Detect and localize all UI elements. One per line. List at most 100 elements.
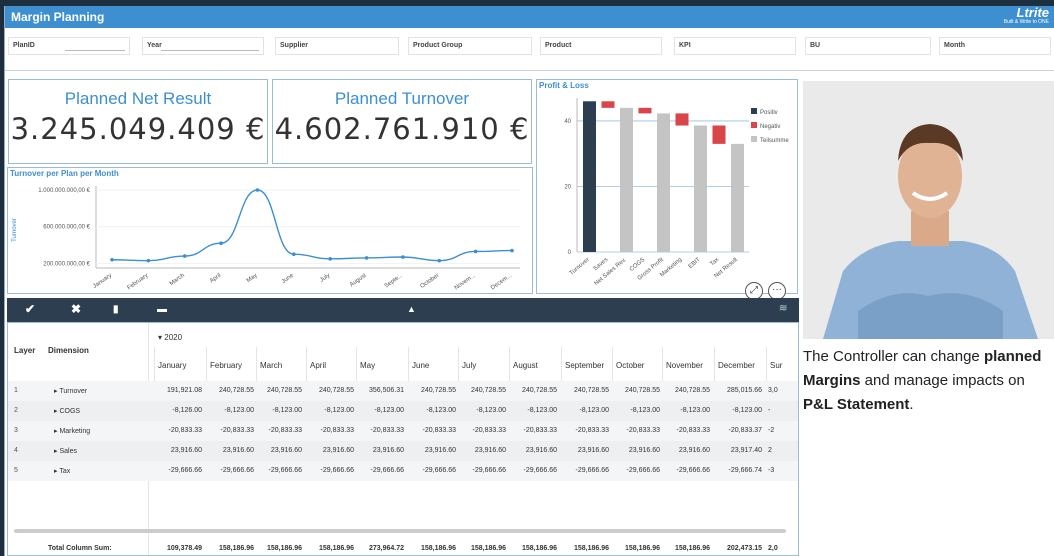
value-cell[interactable]: -8,123.00 [258,407,302,414]
value-cell[interactable]: -20,833.33 [460,427,506,434]
year-group-header[interactable]: ▾ 2020 [158,333,182,342]
x-tick-label: March [169,273,186,287]
value-cell[interactable]: 23,917.40 [716,447,762,454]
filter-bu[interactable]: BU [805,37,931,55]
value-cell[interactable]: -20,833.33 [156,427,202,434]
value-cell[interactable]: -8,123.00 [563,407,609,414]
value-cell[interactable]: -8,123.00 [511,407,557,414]
value-cell[interactable]: 23,916.60 [664,447,710,454]
value-cell[interactable]: -29,666.66 [208,467,254,474]
value-cell[interactable]: 2 [768,447,794,454]
value-cell[interactable]: 23,916.60 [511,447,557,454]
filter-kpi[interactable]: KPI [674,37,796,55]
value-cell[interactable]: -29,666.66 [410,467,456,474]
value-cell[interactable]: -29,666.74 [716,467,762,474]
value-cell[interactable]: -20,833.33 [410,427,456,434]
value-cell[interactable]: -20,833.33 [664,427,710,434]
filter-product-group[interactable]: Product Group [408,37,532,55]
value-cell[interactable]: -20,833.37 [716,427,762,434]
value-cell[interactable]: -8,123.00 [460,407,506,414]
value-cell[interactable]: -8,123.00 [614,407,660,414]
filter-supplier[interactable]: Supplier [275,37,399,55]
value-cell[interactable]: -2 [768,427,794,434]
value-cell[interactable]: 240,728.55 [258,387,302,394]
value-cell[interactable]: 23,916.60 [614,447,660,454]
value-cell[interactable]: -20,833.33 [208,427,254,434]
value-cell[interactable]: -20,833.33 [614,427,660,434]
value-cell[interactable]: -8,123.00 [208,407,254,414]
year-label: 2020 [164,333,183,342]
folder-open-icon[interactable]: ▮ [113,304,119,315]
value-cell[interactable]: -29,666.66 [614,467,660,474]
value-cell[interactable]: 23,916.60 [410,447,456,454]
value-cell[interactable]: -8,126.00 [156,407,202,414]
value-cell[interactable]: -8,123.00 [308,407,354,414]
check-icon[interactable]: ✔ [25,302,35,316]
layers-icon[interactable]: ≋ [779,303,787,314]
total-cell: 2,0 [768,545,778,552]
layer-cell: 5 [14,467,18,474]
value-cell[interactable]: 23,916.60 [308,447,354,454]
value-cell[interactable]: -20,833.33 [258,427,302,434]
value-cell[interactable]: 191,921.08 [156,387,202,394]
value-cell[interactable]: 23,916.60 [460,447,506,454]
value-cell[interactable]: -29,666.66 [358,467,404,474]
value-cell[interactable]: -8,123.00 [716,407,762,414]
dimension-cell[interactable]: ▸ Turnover [54,387,87,395]
value-cell[interactable]: 240,728.55 [511,387,557,394]
dimension-cell[interactable]: ▸ Tax [54,467,70,475]
kpi-value: 3.245.049.409 € [10,112,266,146]
value-cell[interactable]: 3,0 [768,387,794,394]
horizontal-scrollbar[interactable] [14,529,786,533]
value-cell[interactable]: 23,916.60 [563,447,609,454]
value-cell[interactable]: -20,833.33 [511,427,557,434]
value-cell[interactable]: 240,728.55 [208,387,254,394]
value-cell[interactable]: 240,728.55 [664,387,710,394]
value-cell[interactable]: -20,833.33 [563,427,609,434]
value-cell[interactable]: 23,916.60 [208,447,254,454]
value-cell[interactable]: - [768,407,794,414]
value-cell[interactable]: -3 [768,467,794,474]
bar [657,113,670,253]
value-cell[interactable]: 23,916.60 [258,447,302,454]
value-cell[interactable]: 240,728.55 [614,387,660,394]
value-cell[interactable]: -29,666.66 [156,467,202,474]
filter-year[interactable]: Year [142,37,264,55]
value-cell[interactable]: -8,123.00 [664,407,710,414]
dimension-cell[interactable]: ▸ Marketing [54,427,90,435]
data-point [328,257,332,261]
dimension-cell[interactable]: ▸ Sales [54,447,77,455]
filter-month[interactable]: Month [939,37,1051,55]
value-cell[interactable]: 240,728.55 [563,387,609,394]
filter-product[interactable]: Product [540,37,662,55]
app-window: Margin Planning Ltrite Built & Write to … [4,6,1054,556]
value-cell[interactable]: -29,666.66 [308,467,354,474]
value-cell[interactable]: 23,916.60 [156,447,202,454]
value-cell[interactable]: 285,015.66 [716,387,762,394]
value-cell[interactable]: 240,728.55 [460,387,506,394]
value-cell[interactable]: -29,666.66 [563,467,609,474]
value-cell[interactable]: 23,916.60 [358,447,404,454]
value-cell[interactable]: -20,833.33 [308,427,354,434]
planning-table: Layer Dimension ▾ 2020 January February Ma… [7,322,799,556]
value-cell[interactable]: 356,506.31 [358,387,404,394]
value-cell[interactable]: -20,833.33 [358,427,404,434]
value-cell[interactable]: -29,666.66 [511,467,557,474]
dimension-cell[interactable]: ▸ COGS [54,407,80,415]
presenter-panel: The Controller can change planned Margin… [803,81,1054,556]
value-cell[interactable]: -29,666.66 [258,467,302,474]
value-cell[interactable]: -29,666.66 [460,467,506,474]
x-tick-label: June [281,272,296,285]
y-tick-label: 40 [564,119,571,125]
value-cell[interactable]: -8,123.00 [358,407,404,414]
value-cell[interactable]: 240,728.55 [410,387,456,394]
value-cell[interactable]: -8,123.00 [410,407,456,414]
value-cell[interactable]: 240,728.55 [308,387,354,394]
x-tick-label: Turnover [569,257,591,277]
filter-planid[interactable]: PlanID [8,37,130,55]
month-header: October [616,361,645,370]
value-cell[interactable]: -29,666.66 [664,467,710,474]
x-tick-label: February [126,273,149,292]
close-icon[interactable]: ✖ [71,302,81,316]
folder-icon[interactable]: ▬ [157,304,167,315]
